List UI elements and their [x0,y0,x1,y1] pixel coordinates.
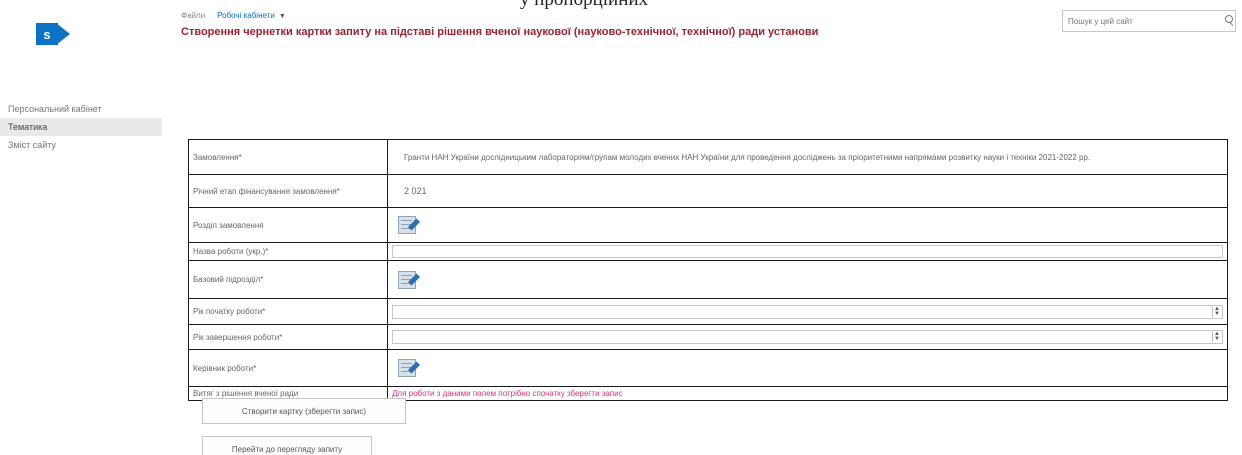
save-first-note: Для роботи з даними полем потрібно споча… [392,389,623,398]
field-cell-base-unit [387,260,1228,299]
search-icon[interactable] [1225,13,1235,29]
field-label-order: Замовлення* [188,139,388,175]
clipped-top-text-area: у пропорційних [0,0,1242,10]
field-label-work-title: Назва роботи (укр.)* [188,242,388,261]
form-row-funding-stage: Річний етап фінансування замовлення* 2 0… [188,174,1228,208]
lookup-dialog-icon[interactable] [398,358,421,378]
select-arrows-icon: ▲ ▼ [1212,306,1221,317]
breadcrumb: Файли Робочі кабінети ▼ [181,11,286,20]
lookup-dialog-icon[interactable] [398,215,421,235]
sharepoint-logo-arrow-icon [56,23,70,45]
breadcrumb-workspaces[interactable]: Робочі кабінети ▼ [217,11,286,20]
form-row-order: Замовлення* Гранти НАН України дослідниц… [188,139,1228,175]
search-box [1062,10,1236,32]
nav-item-site-contents[interactable]: Зміст сайту [0,136,162,154]
field-label-supervisor: Керівник роботи* [188,349,388,387]
request-form: Замовлення* Гранти НАН України дослідниц… [188,139,1228,401]
nav-item-topics[interactable]: Тематика [0,118,162,136]
field-label-funding-stage: Річний етап фінансування замовлення* [188,174,388,208]
work-title-input[interactable] [392,245,1223,258]
chevron-down-icon: ▼ [278,13,286,20]
sharepoint-logo[interactable]: s [36,20,72,50]
field-label-base-unit: Базовий підрозділ* [188,260,388,299]
form-row-end-year: Рік завершення роботи* ▲ ▼ [188,324,1228,350]
sharepoint-logo-letter: s [36,23,58,45]
field-cell-start-year: ▲ ▼ [387,298,1228,325]
field-label-end-year: Рік завершення роботи* [188,324,388,350]
field-value-order: Гранти НАН України дослідницьким лаборат… [387,139,1228,175]
search-input[interactable] [1068,16,1208,26]
left-navigation: Персональний кабінет Тематика Зміст сайт… [0,100,162,154]
form-row-start-year: Рік початку роботи* ▲ ▼ [188,298,1228,325]
field-label-start-year: Рік початку роботи* [188,298,388,325]
field-cell-work-title [387,242,1228,261]
form-row-supervisor: Керівник роботи* [188,349,1228,387]
view-request-button[interactable]: Перейти до перегляду запиту [202,436,372,455]
nav-item-personal-cabinet[interactable]: Персональний кабінет [0,100,162,118]
start-year-select[interactable]: ▲ ▼ [392,304,1223,319]
breadcrumb-workspaces-label: Робочі кабінети [217,11,275,20]
form-row-work-title: Назва роботи (укр.)* [188,242,1228,261]
page-title: Створення чернетки картки запиту на підс… [181,26,819,38]
field-cell-supervisor [387,349,1228,387]
lookup-dialog-icon[interactable] [398,270,421,290]
field-cell-council-extract: Для роботи з даними полем потрібно споча… [387,386,1228,401]
form-row-base-unit: Базовий підрозділ* [188,260,1228,299]
field-label-order-section: Розділ замовлення [188,207,388,243]
create-card-button[interactable]: Створити картку (зберегти запис) [202,398,406,424]
breadcrumb-files[interactable]: Файли [181,11,205,20]
form-row-order-section: Розділ замовлення [188,207,1228,243]
field-value-funding-stage: 2 021 [387,174,1228,208]
clipped-top-text: у пропорційних [520,0,648,11]
field-cell-end-year: ▲ ▼ [387,324,1228,350]
end-year-select[interactable]: ▲ ▼ [392,330,1223,344]
select-arrows-icon: ▲ ▼ [1212,331,1221,342]
field-cell-order-section [387,207,1228,243]
